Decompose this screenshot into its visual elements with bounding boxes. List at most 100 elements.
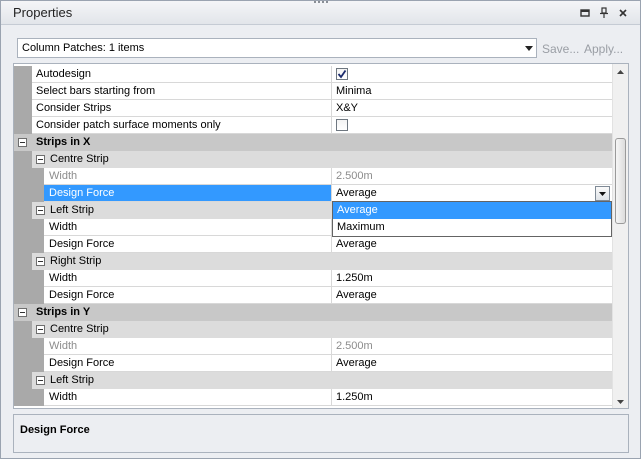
property-name-cell[interactable]: Width [44,389,332,406]
property-value-cell[interactable] [332,66,612,83]
dropdown-button[interactable] [595,186,610,201]
property-value-cell[interactable]: 2.500m [332,338,612,355]
property-name: Width [49,391,78,403]
subcategory-row[interactable]: Left Strip [14,372,612,389]
property-value-cell[interactable]: Average [332,236,612,253]
property-value: 1.250m [336,391,373,403]
subcategory-band [32,372,612,389]
row-gutter [14,389,44,406]
dropdown-option-maximum[interactable]: Maximum [333,219,611,236]
window-title: Properties [13,5,73,20]
collapse-icon[interactable] [36,257,45,266]
property-name-cell[interactable]: Width [44,168,332,185]
property-grid: Autodesign Select bars starting from Minim… [13,63,629,409]
dropdown-option-label: Average [337,204,378,216]
subcategory-label: Centre Strip [50,153,109,165]
scroll-down-icon[interactable] [615,396,626,407]
apply-button[interactable]: Apply... [584,42,623,56]
collapse-icon[interactable] [36,325,45,334]
property-name-cell[interactable]: Width [44,338,332,355]
pin-icon[interactable] [598,7,610,19]
property-name: Width [49,170,78,182]
properties-window: Properties Column Patches: 1 items Save.… [0,0,641,459]
property-value-cell[interactable]: Average [332,185,612,202]
property-row[interactable]: Design Force Average [14,236,612,253]
save-button[interactable]: Save... [542,42,579,56]
dropdown-menu-icon[interactable] [579,7,591,19]
property-row[interactable]: Width 1.250m [14,270,612,287]
property-value-cell[interactable]: Average [332,355,612,372]
chevron-down-icon[interactable] [521,39,536,57]
scrollbar-thumb[interactable] [615,138,626,224]
row-gutter [14,185,44,202]
property-value-cell[interactable]: Minima [332,83,612,100]
property-name-cell[interactable]: Width [44,219,332,236]
subcategory-label: Centre Strip [50,323,109,335]
property-name-cell[interactable]: Consider patch surface moments only [32,117,332,134]
row-gutter [14,372,32,389]
object-selector-combo[interactable]: Column Patches: 1 items [17,38,537,58]
property-value-cell[interactable]: 2.500m [332,168,612,185]
property-name-cell[interactable]: Autodesign [32,66,332,83]
property-row[interactable]: Width 1.250m [14,389,612,406]
vertical-scrollbar[interactable] [612,64,628,408]
property-value-cell[interactable] [332,117,612,134]
collapse-icon[interactable] [18,138,27,147]
design-force-dropdown-list[interactable]: Average Maximum [332,201,612,237]
property-value-cell[interactable]: Average [332,287,612,304]
property-value: X&Y [336,102,359,114]
collapse-icon[interactable] [36,206,45,215]
property-value: 2.500m [336,340,373,352]
subcategory-row[interactable]: Centre Strip [14,151,612,168]
category-row[interactable]: Strips in Y [14,304,612,321]
checkbox[interactable] [336,119,348,131]
property-name: Width [49,272,78,284]
property-name-cell[interactable]: Consider Strips [32,100,332,117]
property-name-cell[interactable]: Design Force [44,236,332,253]
close-icon[interactable] [617,7,629,19]
property-row[interactable]: Autodesign [14,66,612,83]
property-row[interactable]: Design Force Average [14,287,612,304]
row-gutter [14,253,32,270]
property-name-cell[interactable]: Design Force [44,355,332,372]
scroll-up-icon[interactable] [615,66,626,77]
property-row[interactable]: Width 2.500m [14,338,612,355]
subcategory-row[interactable]: Centre Strip [14,321,612,338]
row-gutter [14,66,32,83]
property-name: Width [49,340,78,352]
property-row[interactable]: Design Force Average [14,185,612,202]
property-value-cell[interactable]: X&Y [332,100,612,117]
property-name: Design Force [49,187,115,199]
collapse-icon[interactable] [36,155,45,164]
subcategory-label: Left Strip [50,204,95,216]
collapse-icon[interactable] [18,308,27,317]
property-name-cell[interactable]: Design Force [44,287,332,304]
row-gutter [14,219,44,236]
property-name-cell[interactable]: Design Force [44,185,332,202]
row-gutter [14,83,32,100]
row-gutter [14,100,32,117]
drag-grip[interactable] [314,1,328,3]
property-name: Select bars starting from [36,85,156,97]
collapse-icon[interactable] [36,376,45,385]
category-label: Strips in Y [36,306,91,318]
property-value: Average [336,289,377,301]
checkmark-icon [337,69,347,79]
selector-toolbar: Column Patches: 1 items Save... Apply... [1,25,640,65]
property-row[interactable]: Width 2.500m [14,168,612,185]
checkbox[interactable] [336,68,348,80]
property-row[interactable]: Select bars starting from Minima [14,83,612,100]
dropdown-option-average[interactable]: Average [333,202,611,219]
title-bar[interactable]: Properties [1,1,640,25]
property-value: Average [336,187,377,199]
property-row[interactable]: Consider patch surface moments only [14,117,612,134]
property-value-cell[interactable]: 1.250m [332,389,612,406]
property-name-cell[interactable]: Select bars starting from [32,83,332,100]
property-value-cell[interactable]: 1.250m [332,270,612,287]
subcategory-row[interactable]: Right Strip [14,253,612,270]
property-row[interactable]: Design Force Average [14,355,612,372]
row-gutter [14,117,32,134]
property-name-cell[interactable]: Width [44,270,332,287]
category-row[interactable]: Strips in X [14,134,612,151]
property-row[interactable]: Consider Strips X&Y [14,100,612,117]
